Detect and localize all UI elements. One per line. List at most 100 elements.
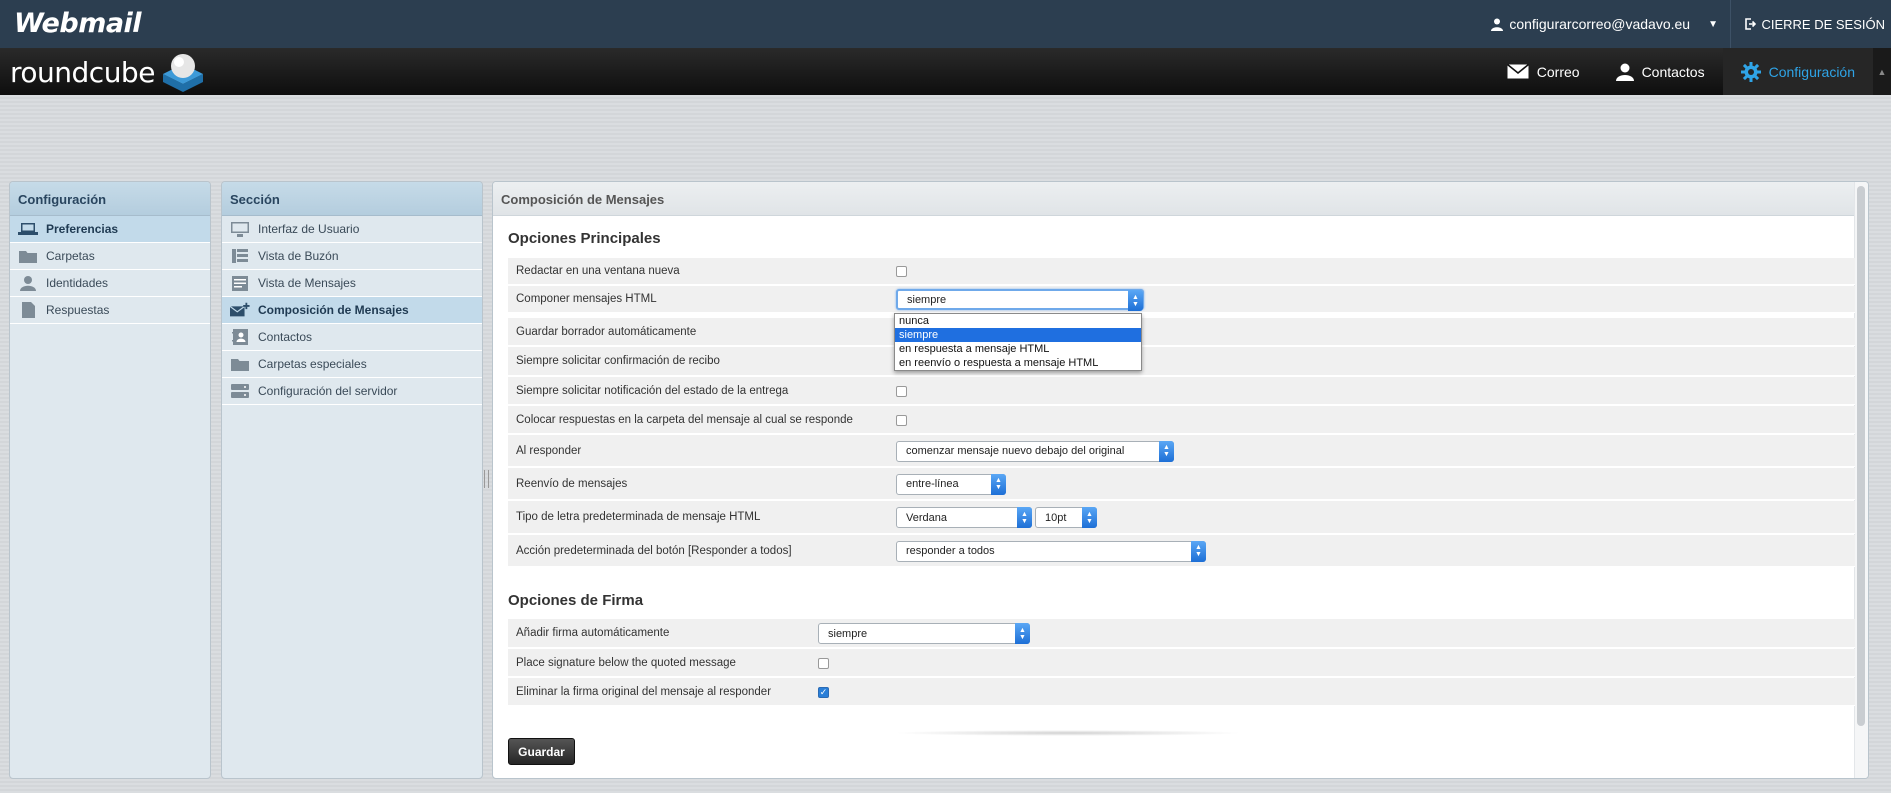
nav-collapse-toggle[interactable]: ▲ (1873, 48, 1891, 95)
nav-contacts[interactable]: Contactos (1598, 48, 1723, 95)
option-label: Componer mensajes HTML (516, 293, 657, 305)
user-icon (1491, 18, 1504, 31)
option-label: Colocar respuestas en la carpeta del men… (516, 413, 853, 426)
font-family-value: Verdana (906, 511, 947, 524)
html-compose-select[interactable]: siempre ▲ ▼ (896, 289, 1144, 311)
select-arrows-icon: ▲ ▼ (1159, 440, 1174, 462)
select-arrows-icon: ▲ ▼ (1015, 623, 1030, 644)
app-header: roundcube Correo Contactos Configuración (0, 48, 1891, 95)
option-row: Place signature below the quoted message (508, 649, 1855, 677)
reply-mode-select[interactable]: comenzar mensaje nuevo debajo del origin… (896, 440, 1174, 462)
panel-resize-handle[interactable] (484, 470, 489, 488)
select-arrows-icon: ▲ ▼ (1082, 507, 1097, 528)
section-item-special-folders[interactable]: Carpetas especiales (222, 351, 482, 378)
reply-same-folder-checkbox[interactable] (896, 414, 907, 426)
user-email: configurarcorreo@vadavo.eu (1509, 16, 1691, 32)
section-item-message-view[interactable]: Vista de Mensajes (222, 270, 482, 297)
select-arrows-icon: ▲ ▼ (1017, 507, 1032, 528)
settings-item-responses[interactable]: Respuestas (10, 297, 210, 324)
section-item-ui[interactable]: Interfaz de Usuario (222, 216, 482, 243)
html-compose-dropdown: nunca siempre en respuesta a mensaje HTM… (894, 313, 1142, 371)
section-item-contacts[interactable]: Contactos (222, 324, 482, 351)
dropdown-option-selected[interactable]: siempre (895, 328, 1141, 342)
option-row: Siempre solicitar confirmación de recibo (508, 347, 1855, 376)
logout-button[interactable]: CIERRE DE SESIÓN (1744, 0, 1885, 48)
nav-contacts-label: Contactos (1641, 63, 1705, 80)
logo-text: roundcube (10, 55, 155, 89)
chevron-down-icon: ▼ (1708, 18, 1718, 30)
scrollbar-thumb[interactable] (1857, 186, 1865, 726)
dropdown-option[interactable]: en respuesta a mensaje HTML (895, 342, 1141, 356)
settings-panel: Configuración Preferencias Carpetas Iden… (9, 181, 211, 779)
section-item-label: Contactos (258, 330, 313, 344)
checkmark-icon: ✓ (819, 686, 828, 697)
scrollbar[interactable] (1854, 182, 1868, 778)
nav-mail[interactable]: Correo (1489, 48, 1598, 95)
save-button[interactable]: Guardar (508, 738, 575, 765)
section-item-mailbox-view[interactable]: Vista de Buzón (222, 243, 482, 270)
section-item-label: Configuración del servidor (258, 384, 398, 398)
settings-item-identities[interactable]: Identidades (10, 270, 210, 297)
option-label: Reenvío de mensajes (516, 477, 628, 490)
option-row: Siempre solicitar notificación del estad… (508, 377, 1855, 405)
settings-item-folders[interactable]: Carpetas (10, 243, 210, 270)
gear-icon (1740, 61, 1761, 82)
option-row: Reenvío de mensajes entre-línea ▲ ▼ (508, 468, 1855, 500)
folder-icon (18, 248, 38, 264)
option-row: Componer mensajes HTML siempre ▲ ▼ (508, 286, 1855, 313)
font-size-value: 10pt (1045, 511, 1067, 524)
option-label: Siempre solicitar notificación del estad… (516, 384, 789, 397)
strip-signature-checkbox[interactable]: ✓ (818, 686, 829, 698)
section-item-compose[interactable]: Composición de Mensajes (222, 297, 482, 324)
settings-panel-title: Configuración (10, 182, 210, 216)
option-label: Siempre solicitar confirmación de recibo (516, 355, 720, 367)
nav-settings[interactable]: Configuración (1722, 48, 1873, 95)
option-label: Al responder (516, 444, 582, 457)
section-item-server[interactable]: Configuración del servidor (222, 378, 482, 405)
compose-icon (230, 302, 250, 318)
select-arrows-icon: ▲ ▼ (991, 473, 1006, 495)
option-label: Place signature below the quoted message (516, 656, 736, 669)
roundcube-cube-icon (162, 54, 203, 92)
section-item-label: Vista de Buzón (258, 249, 339, 263)
section-item-label: Composición de Mensajes (258, 303, 409, 317)
reply-all-value: responder a todos (906, 545, 995, 557)
option-row: Eliminar la firma original del mensaje a… (508, 678, 1855, 706)
nav-mail-label: Correo (1536, 63, 1580, 80)
section-item-label: Carpetas especiales (258, 357, 367, 371)
section-item-label: Vista de Mensajes (258, 276, 356, 290)
webmail-brand: Webmail (14, 8, 142, 39)
dropdown-option[interactable]: nunca (895, 314, 1141, 328)
document-icon (18, 302, 38, 318)
roundcube-logo[interactable]: roundcube (10, 50, 207, 94)
message-view-icon (230, 275, 250, 291)
settings-item-label: Respuestas (46, 303, 110, 317)
option-row: Acción predeterminada del botón [Respond… (508, 535, 1855, 567)
dsn-checkbox[interactable] (896, 385, 907, 397)
settings-item-preferences[interactable]: Preferencias (10, 216, 210, 243)
person-icon (1615, 63, 1634, 81)
settings-item-label: Carpetas (46, 249, 95, 263)
font-size-select[interactable]: 10pt ▲ ▼ (1035, 507, 1097, 528)
reply-all-select[interactable]: responder a todos ▲ ▼ (896, 540, 1206, 562)
option-label: Guardar borrador automáticamente (516, 325, 697, 338)
font-family-select[interactable]: Verdana ▲ ▼ (896, 507, 1032, 528)
forward-mode-select[interactable]: entre-línea ▲ ▼ (896, 473, 1006, 495)
dropdown-option[interactable]: en reenvío o respuesta a mensaje HTML (895, 356, 1141, 370)
folder-icon (230, 356, 250, 372)
forward-mode-value: entre-línea (906, 478, 959, 490)
divider-shadow (893, 730, 1243, 736)
new-window-checkbox[interactable] (896, 266, 907, 277)
user-menu[interactable]: configurarcorreo@vadavo.eu ▼ (1491, 0, 1731, 48)
auto-signature-select[interactable]: siempre ▲ ▼ (818, 623, 1030, 644)
laptop-icon (18, 221, 38, 237)
html-compose-value: siempre (907, 293, 947, 306)
top-bar: Webmail configurarcorreo@vadavo.eu ▼ CIE… (0, 0, 1891, 48)
main-options-title: Opciones Principales (508, 230, 661, 247)
option-label: Acción predeterminada del botón [Respond… (516, 544, 792, 557)
main-nav: Correo Contactos Configuración ▲ (1489, 48, 1891, 95)
signature-below-checkbox[interactable] (818, 657, 829, 669)
identity-icon (18, 275, 38, 291)
option-label: Eliminar la firma original del mensaje a… (516, 685, 772, 698)
mailbox-view-icon (230, 248, 250, 264)
